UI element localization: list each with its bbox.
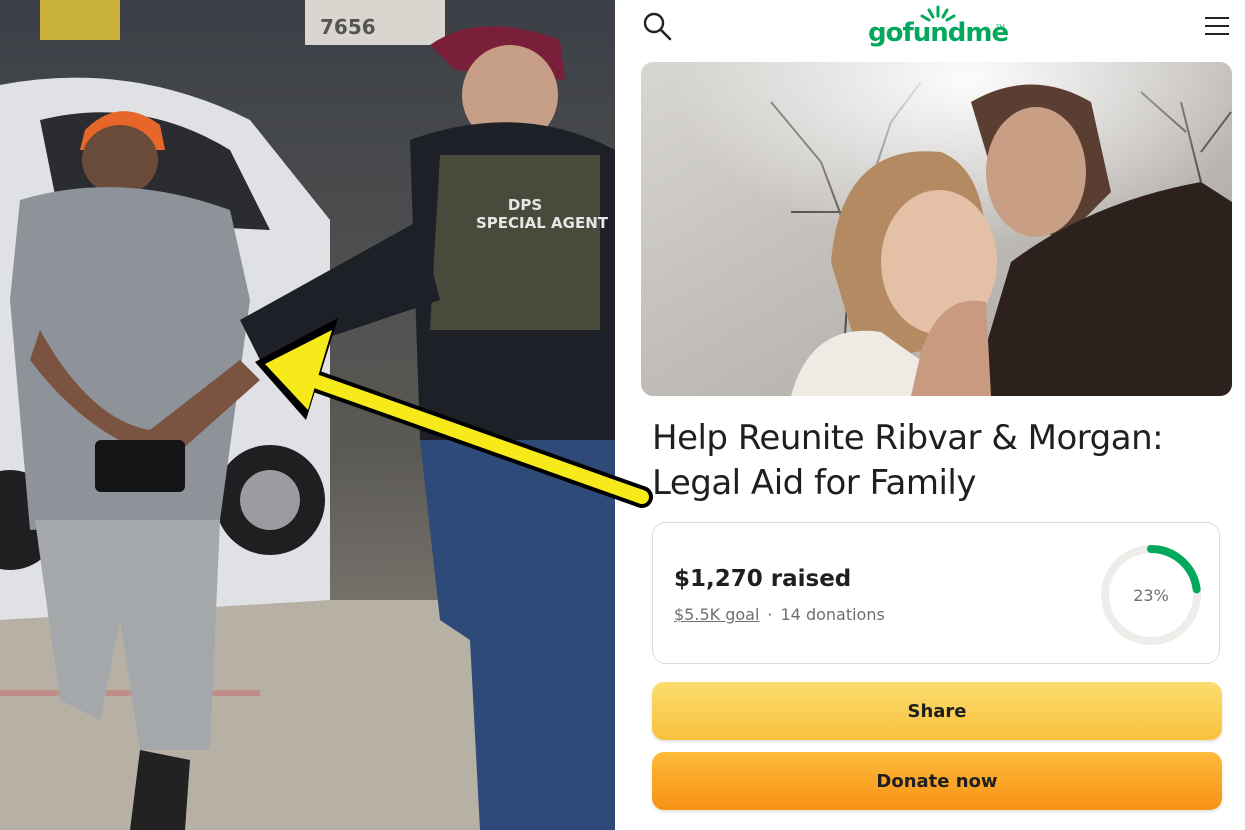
search-icon xyxy=(643,12,672,41)
search-button[interactable] xyxy=(641,10,673,42)
donate-now-button[interactable]: Donate now xyxy=(652,752,1222,810)
gofundme-phone-screen: gofundme TM Help Reunite Ribvar & Morgan… xyxy=(628,0,1245,830)
vest-text-dps: DPS xyxy=(508,196,542,214)
campaign-title: Help Reunite Ribvar & Morgan: Legal Aid … xyxy=(652,418,1164,503)
donation-count: 14 donations xyxy=(780,605,885,624)
logo-trademark: TM xyxy=(996,24,1005,31)
meta-separator: · xyxy=(767,605,773,624)
hamburger-menu-icon xyxy=(1205,17,1229,35)
logo-wordmark: gofundme xyxy=(868,18,1009,48)
amount-raised: $1,270 raised xyxy=(674,566,852,592)
arrest-photo: 7656 DPS SPECIAL AGENT xyxy=(0,0,615,830)
campaign-hero-image[interactable] xyxy=(641,62,1232,396)
panel-divider xyxy=(615,0,628,830)
share-button[interactable]: Share xyxy=(652,682,1222,740)
progress-ring: 23% xyxy=(1097,541,1205,649)
gofundme-logo[interactable]: gofundme TM xyxy=(868,4,1009,54)
vest-text-special-agent: SPECIAL AGENT xyxy=(476,214,609,232)
donation-progress-card: $1,270 raised $5.5K goal · 14 donations 23… xyxy=(652,522,1220,664)
menu-button[interactable] xyxy=(1202,13,1232,39)
goal-and-donations: $5.5K goal · 14 donations xyxy=(674,605,885,624)
goal-link[interactable]: $5.5K goal xyxy=(674,605,759,624)
progress-percent: 23% xyxy=(1133,586,1169,605)
plate-number-text: 7656 xyxy=(320,15,376,39)
